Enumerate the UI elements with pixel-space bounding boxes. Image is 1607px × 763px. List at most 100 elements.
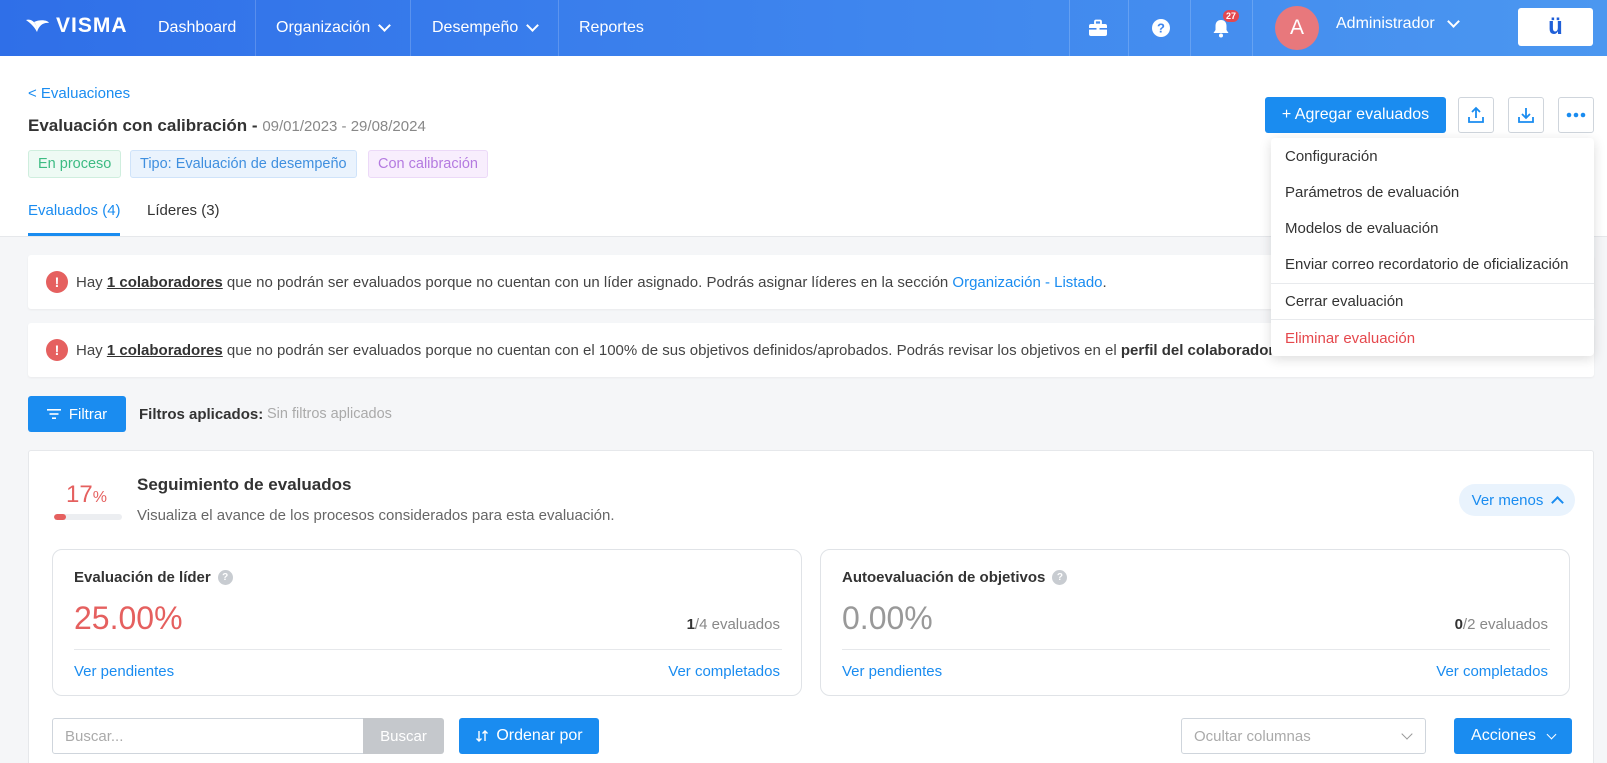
- overall-progress-bar: [54, 514, 122, 520]
- user-menu[interactable]: Administrador: [1336, 15, 1460, 33]
- filter-button-label: Filtrar: [68, 405, 108, 423]
- notification-count-badge: 27: [1223, 10, 1240, 22]
- filter-button[interactable]: Filtrar: [28, 396, 126, 432]
- help-icon[interactable]: ?: [1147, 14, 1175, 42]
- status-badge: En proceso: [28, 150, 122, 178]
- chevron-down-icon: [1401, 728, 1413, 740]
- alert-suffix: .: [1102, 273, 1107, 291]
- page-title: Evaluación con calibración - 09/01/2023 …: [28, 116, 426, 136]
- chevron-down-icon: [378, 19, 392, 32]
- chevron-up-icon: [1551, 496, 1565, 509]
- nav-desempeno[interactable]: Desempeño: [432, 0, 540, 56]
- help-icon[interactable]: ?: [1052, 570, 1068, 585]
- nav-desempeno-label: Desempeño: [432, 19, 519, 36]
- overall-progress-fill: [54, 514, 66, 520]
- nav-dashboard-label: Dashboard: [158, 19, 237, 36]
- app-switcher-button[interactable]: ü: [1518, 8, 1593, 46]
- chevron-down-icon: [526, 19, 540, 32]
- stat-done: 1: [686, 616, 695, 633]
- stat-title-text: Evaluación de líder: [74, 569, 211, 586]
- menu-item-modelos[interactable]: Modelos de evaluación: [1285, 220, 1438, 237]
- page-dates: 09/01/2023 - 29/08/2024: [262, 118, 426, 135]
- stat-divider: [842, 649, 1550, 650]
- nav-organizacion-label: Organización: [276, 19, 371, 36]
- chevron-down-icon: [1446, 15, 1460, 28]
- alert-count-link[interactable]: 1 colaboradores: [107, 274, 223, 291]
- logo-text: VISMA: [56, 14, 128, 37]
- bell-icon[interactable]: 27: [1207, 10, 1240, 42]
- menu-divider: [1271, 319, 1594, 320]
- menu-item-parametros[interactable]: Parámetros de evaluación: [1285, 184, 1459, 201]
- download-button[interactable]: [1508, 97, 1544, 133]
- actions-button[interactable]: Acciones: [1454, 718, 1572, 754]
- toggle-details-label: Ver menos: [1471, 491, 1544, 509]
- organization-list-link[interactable]: Organización - Listado: [952, 274, 1102, 291]
- nav-divider: [1190, 0, 1191, 56]
- view-pending-link[interactable]: Ver pendientes: [842, 663, 942, 680]
- alert-text: que no podrán ser evaluados porque no cu…: [226, 273, 949, 291]
- visma-logo[interactable]: VISMA: [24, 14, 128, 38]
- more-options-button[interactable]: [1558, 97, 1594, 133]
- nav-organizacion[interactable]: Organización: [276, 0, 392, 56]
- search-button[interactable]: Buscar: [363, 718, 444, 754]
- sort-icon: [476, 730, 489, 742]
- search-input[interactable]: [52, 718, 364, 754]
- view-pending-link[interactable]: Ver pendientes: [74, 663, 174, 680]
- nav-reportes[interactable]: Reportes: [579, 0, 644, 56]
- briefcase-icon[interactable]: [1084, 14, 1112, 42]
- alert-count-link[interactable]: 1 colaboradores: [107, 342, 223, 359]
- avatar-initial: A: [1289, 16, 1304, 39]
- nav-reportes-label: Reportes: [579, 19, 644, 36]
- actions-button-label: Acciones: [1471, 727, 1536, 744]
- view-completed-link[interactable]: Ver completados: [668, 663, 780, 680]
- upload-button[interactable]: [1458, 97, 1494, 133]
- nav-divider: [410, 0, 411, 56]
- help-icon[interactable]: ?: [217, 570, 233, 585]
- stat-total: /2 evaluados: [1462, 616, 1548, 633]
- hide-columns-select[interactable]: Ocultar columnas: [1181, 718, 1426, 754]
- avatar[interactable]: A: [1275, 6, 1319, 50]
- top-navbar: VISMA Dashboard Organización Desempeño R…: [0, 0, 1607, 56]
- stat-title-text: Autoevaluación de objetivos: [842, 569, 1046, 586]
- menu-divider: [1271, 283, 1594, 284]
- stat-card-leader-eval: Evaluación de líder ? 25.00% 1/4 evaluad…: [52, 549, 802, 696]
- tab-evaluados[interactable]: Evaluados (4): [28, 202, 121, 219]
- sort-button[interactable]: Ordenar por: [459, 718, 599, 754]
- stat-card-self-eval: Autoevaluación de objetivos ? 0.00% 0/2 …: [820, 549, 1570, 696]
- alert-icon: !: [46, 271, 68, 293]
- visma-logo-icon: [26, 19, 49, 32]
- more-options-menu: Configuración Parámetros de evaluación M…: [1271, 138, 1594, 356]
- stat-title: Autoevaluación de objetivos ?: [842, 569, 1068, 586]
- stat-done: 0: [1454, 616, 1463, 633]
- tracking-title: Seguimiento de evaluados: [137, 475, 352, 494]
- sort-button-label: Ordenar por: [496, 727, 583, 744]
- toggle-details-button[interactable]: Ver menos: [1459, 484, 1575, 516]
- alert-prefix: Hay: [76, 273, 103, 291]
- hide-columns-placeholder: Ocultar columnas: [1194, 727, 1311, 745]
- chevron-down-icon: [1546, 729, 1557, 739]
- add-evaluated-button[interactable]: + Agregar evaluados: [1265, 97, 1446, 133]
- menu-item-cerrar[interactable]: Cerrar evaluación: [1285, 293, 1403, 310]
- tracking-subtitle: Visualiza el avance de los procesos cons…: [137, 507, 615, 524]
- back-link[interactable]: < Evaluaciones: [28, 85, 130, 102]
- brand-glyph: ü: [1548, 13, 1563, 40]
- tab-lideres[interactable]: Líderes (3): [147, 202, 220, 219]
- nav-divider: [255, 0, 256, 56]
- active-tab-indicator: [28, 233, 120, 236]
- alert-icon: !: [46, 339, 68, 361]
- view-completed-link[interactable]: Ver completados: [1436, 663, 1548, 680]
- collaborator-profile-text[interactable]: perfil del colaborador: [1121, 342, 1274, 359]
- stat-percent: 0.00%: [842, 600, 933, 636]
- applied-filters-value: Sin filtros aplicados: [267, 406, 392, 422]
- stat-count: 0/2 evaluados: [1455, 616, 1548, 633]
- menu-item-enviar-correo[interactable]: Enviar correo recordatorio de oficializa…: [1285, 256, 1568, 273]
- nav-divider: [1252, 0, 1253, 56]
- download-icon: [1518, 108, 1534, 123]
- menu-item-eliminar[interactable]: Eliminar evaluación: [1285, 330, 1415, 347]
- upload-icon: [1468, 106, 1484, 123]
- applied-filters-label: Filtros aplicados:: [139, 406, 264, 423]
- nav-dashboard[interactable]: Dashboard: [158, 0, 236, 56]
- stat-title: Evaluación de líder ?: [74, 569, 233, 586]
- menu-item-configuracion[interactable]: Configuración: [1285, 148, 1378, 165]
- page-title-text: Evaluación con calibración -: [28, 116, 258, 135]
